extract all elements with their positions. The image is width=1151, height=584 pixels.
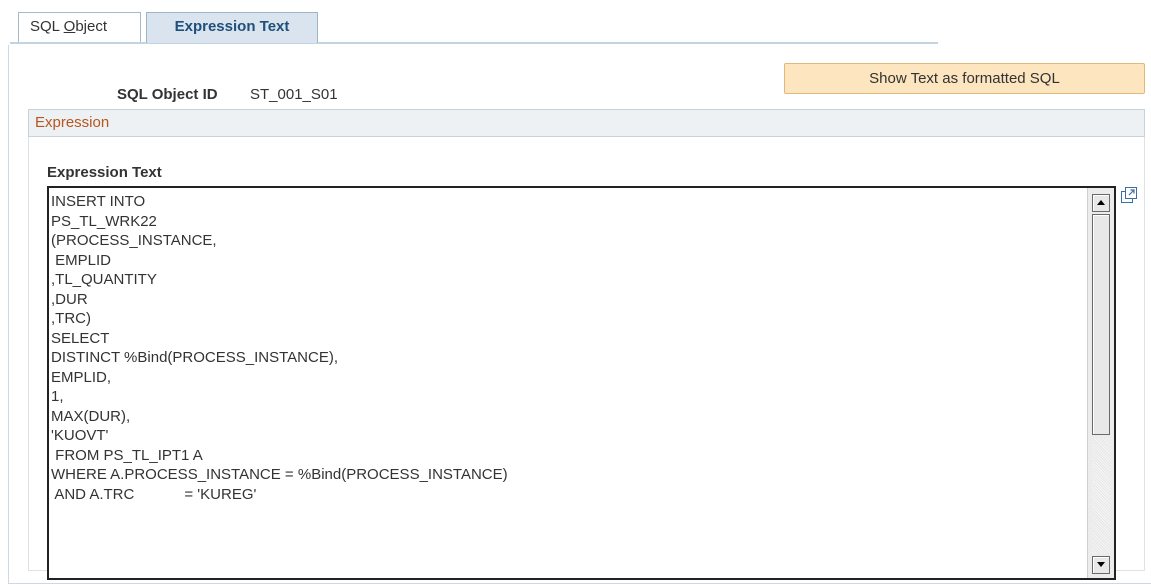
scroll-down-arrow-icon[interactable] [1092,556,1110,574]
scrollbar-track[interactable] [1092,438,1110,554]
tab-expression-text-label: Expression Text [174,18,290,35]
vertical-scrollbar[interactable] [1087,188,1114,578]
tab-sql-object-label: SQL Object [30,18,107,35]
tab-sql-object[interactable]: SQL Object [18,12,141,42]
show-formatted-sql-button[interactable]: Show Text as formatted SQL [784,63,1145,94]
sql-object-id-value: ST_001_S01 [250,86,338,103]
expression-text-content[interactable]: INSERT INTO PS_TL_WRK22 (PROCESS_INSTANC… [51,192,1085,572]
expression-text-label: Expression Text [47,164,162,181]
scrollbar-thumb[interactable] [1092,214,1110,435]
expand-window-icon[interactable] [1120,186,1138,204]
scroll-up-arrow-icon[interactable] [1092,194,1110,212]
expression-group-header: Expression [28,109,1145,137]
sql-object-id-label: SQL Object ID [117,86,218,103]
tab-expression-text[interactable]: Expression Text [146,12,318,43]
expression-text-area[interactable]: INSERT INTO PS_TL_WRK22 (PROCESS_INSTANC… [47,186,1116,580]
content-left-border [8,45,9,584]
